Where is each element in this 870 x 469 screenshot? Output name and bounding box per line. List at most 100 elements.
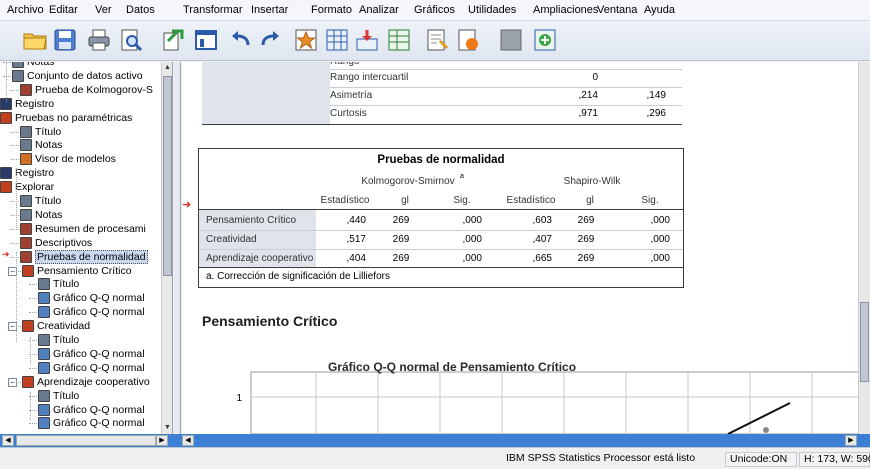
insert-output-icon[interactable] bbox=[424, 27, 450, 53]
descriptives-row-band bbox=[202, 62, 330, 124]
tree-item[interactable]: Título bbox=[38, 389, 79, 403]
show-icon[interactable] bbox=[532, 27, 558, 53]
tree-item-label: Gráfico Q-Q normal bbox=[53, 292, 145, 305]
tree-item-label: Prueba de Kolmogorov-S bbox=[35, 83, 153, 96]
tree-item[interactable]: Conjunto de datos activo bbox=[12, 69, 143, 83]
tree-item[interactable]: Creatividad bbox=[22, 319, 90, 333]
tree-item[interactable]: Prueba de Kolmogorov-S bbox=[20, 83, 153, 97]
tree-scroll-thumb[interactable] bbox=[163, 76, 172, 276]
viewer-scrollbar[interactable] bbox=[858, 62, 870, 434]
print-preview-icon[interactable] bbox=[118, 27, 144, 53]
tree-item[interactable]: Gráfico Q-Q normal bbox=[38, 403, 145, 417]
table-icon bbox=[20, 250, 32, 263]
data-point bbox=[763, 427, 769, 433]
print-icon[interactable] bbox=[86, 27, 112, 53]
plot-area bbox=[250, 371, 858, 434]
size-status: H: 173, W: 590 pt. bbox=[799, 452, 870, 467]
tree-item[interactable]: Registro bbox=[0, 166, 54, 180]
save-icon[interactable] bbox=[52, 27, 78, 53]
qq-chart[interactable]: 1 bbox=[220, 366, 858, 434]
tree-item-label: Título bbox=[53, 278, 80, 291]
title-icon bbox=[20, 125, 32, 138]
tree-item[interactable]: Gráfico Q-Q normal bbox=[38, 347, 145, 361]
menu-insertar[interactable]: Insertar bbox=[244, 4, 295, 16]
menu-analizar[interactable]: Analizar bbox=[352, 4, 406, 16]
tree-item[interactable]: Aprendizaje cooperativo bbox=[22, 375, 150, 389]
normality-cell: ,000 bbox=[462, 215, 482, 226]
tree-item[interactable]: Pensamiento Crítico bbox=[22, 264, 132, 278]
chart-icon bbox=[38, 306, 50, 319]
tree-item-label: Notas bbox=[35, 139, 63, 152]
chart-icon bbox=[38, 403, 50, 416]
viewer-scroll-thumb[interactable] bbox=[860, 302, 869, 382]
menu-gráficos[interactable]: Gráficos bbox=[407, 4, 462, 16]
menu-utilidades[interactable]: Utilidades bbox=[461, 4, 523, 16]
goto-variable-icon[interactable] bbox=[354, 27, 380, 53]
tree-item[interactable]: Pruebas no paramétricas bbox=[0, 111, 132, 125]
viewer-scroll-left-icon[interactable]: ◀ bbox=[182, 435, 194, 446]
normality-row-label: Creatividad bbox=[206, 234, 257, 245]
tree-item[interactable]: Título bbox=[20, 125, 61, 139]
tree-item[interactable]: Visor de modelos bbox=[20, 152, 116, 166]
tree-item[interactable]: Gráfico Q-Q normal bbox=[38, 416, 145, 430]
descriptives-statistic: ,214 bbox=[578, 90, 598, 101]
tree-item[interactable]: Título bbox=[38, 277, 79, 291]
normality-cell: ,000 bbox=[650, 215, 670, 226]
hide-icon[interactable] bbox=[498, 27, 524, 53]
tree-item[interactable]: Título bbox=[38, 333, 79, 347]
tree-item[interactable]: Gráfico Q-Q normal bbox=[38, 361, 145, 375]
tree-item[interactable]: Gráfico Q-Q normal bbox=[38, 291, 145, 305]
tree-item[interactable]: Notas bbox=[20, 208, 62, 222]
tree-item[interactable]: Gráfico Q-Q normal bbox=[38, 305, 145, 319]
open-folder-icon[interactable] bbox=[22, 27, 48, 53]
undo-icon[interactable] bbox=[228, 27, 254, 53]
horizontal-scrollbar[interactable]: ◀ ▶ ◀ ▶ bbox=[0, 434, 870, 447]
pane-splitter[interactable] bbox=[174, 62, 181, 434]
normality-cell: ,000 bbox=[462, 234, 482, 245]
tree-item[interactable]: Resumen de procesami bbox=[20, 222, 146, 236]
scroll-down-icon[interactable]: ▼ bbox=[163, 422, 172, 433]
descriptives-std-error: ,149 bbox=[646, 90, 666, 101]
menu-datos[interactable]: Datos bbox=[119, 4, 162, 16]
menu-editar[interactable]: Editar bbox=[42, 4, 85, 16]
tree-item[interactable]: Título bbox=[20, 194, 61, 208]
scroll-up-icon[interactable]: ▲ bbox=[163, 62, 172, 73]
goto-case-icon[interactable] bbox=[324, 27, 350, 53]
variables-icon[interactable] bbox=[386, 27, 412, 53]
tree-item-label: Gráfico Q-Q normal bbox=[53, 417, 145, 430]
menu-formato[interactable]: Formato bbox=[304, 4, 359, 16]
goto-data-icon[interactable] bbox=[293, 27, 319, 53]
tree-item-label: Gráfico Q-Q normal bbox=[53, 403, 145, 416]
tree-connector bbox=[11, 256, 19, 258]
redo-icon[interactable] bbox=[257, 27, 283, 53]
normality-cell: 269 bbox=[392, 215, 410, 226]
descriptives-row-label: Asimetría bbox=[330, 90, 373, 101]
menu-ver[interactable]: Ver bbox=[88, 4, 119, 16]
tree-item[interactable]: Explorar bbox=[0, 180, 54, 194]
normality-cell: 269 bbox=[577, 234, 595, 245]
tree-item[interactable]: Descriptivos bbox=[20, 236, 92, 250]
chart-icon bbox=[38, 347, 50, 360]
tree-item[interactable]: Pruebas de normalidad bbox=[20, 249, 148, 264]
kolmogorov-smirnov-header: Kolmogorov-Smirnov bbox=[361, 176, 455, 187]
export-icon[interactable] bbox=[160, 27, 186, 53]
chart-icon bbox=[38, 361, 50, 374]
tree-item-label: Registro bbox=[15, 97, 55, 110]
viewer-scroll-right-icon[interactable]: ▶ bbox=[845, 435, 857, 446]
scroll-right-icon[interactable]: ▶ bbox=[156, 435, 168, 446]
tree-scrollbar[interactable]: ▲ ▼ bbox=[161, 62, 172, 434]
normality-cell: 269 bbox=[392, 234, 410, 245]
menu-transformar[interactable]: Transformar bbox=[176, 4, 250, 16]
tree-item[interactable]: Registro bbox=[0, 97, 54, 111]
selection-arrow-icon: ➜ bbox=[182, 199, 192, 211]
recall-dialog-icon[interactable] bbox=[193, 27, 219, 53]
tree-item[interactable]: Notas bbox=[20, 138, 62, 152]
tree-hscroll-track[interactable] bbox=[16, 435, 156, 446]
tree-item-label: Registro bbox=[15, 167, 55, 180]
designate-window-icon[interactable] bbox=[455, 27, 481, 53]
normality-cell: ,440 bbox=[346, 215, 366, 226]
scroll-left-icon[interactable]: ◀ bbox=[2, 435, 14, 446]
tree-connector bbox=[13, 270, 21, 272]
descriptives-row-label: Curtosis bbox=[330, 108, 367, 119]
menu-ayuda[interactable]: Ayuda bbox=[637, 4, 682, 16]
